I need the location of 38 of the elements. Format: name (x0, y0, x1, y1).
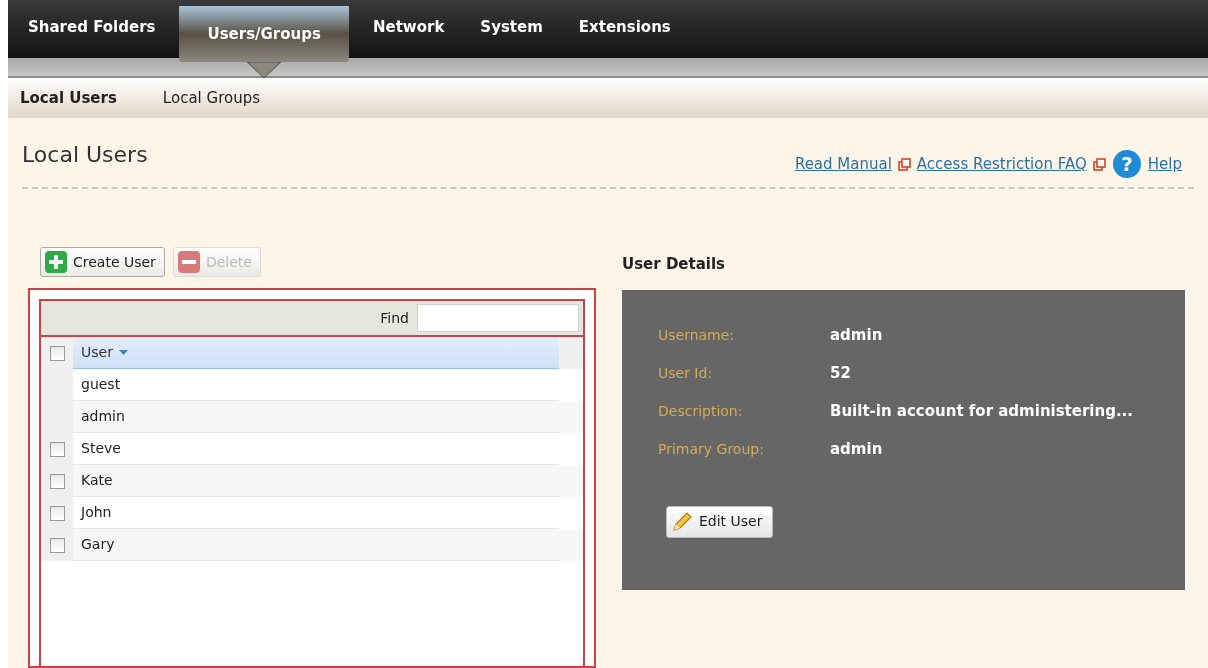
checkbox[interactable] (49, 505, 65, 521)
help-icon: ? (1111, 149, 1142, 179)
minus-icon (177, 251, 200, 273)
create-button[interactable]: Create User (40, 247, 165, 277)
field-value: admin (830, 439, 883, 461)
external-link-icon (1092, 157, 1106, 171)
sort-down-icon (118, 350, 128, 355)
field-value: 52 (830, 363, 851, 385)
field-value: admin (830, 325, 883, 347)
details-title: User Details (622, 254, 727, 275)
checkbox[interactable] (49, 537, 65, 553)
field-label: Description: (658, 402, 744, 421)
plus-icon (45, 251, 67, 273)
doc-link[interactable]: Access Restriction FAQ (916, 152, 1087, 176)
row-selector-cell[interactable] (41, 529, 73, 561)
page-title: Local Users (22, 141, 148, 169)
checkbox[interactable] (49, 345, 65, 361)
edit-user-button[interactable]: Edit User (666, 505, 774, 538)
checkbox[interactable] (49, 441, 65, 457)
main-tab[interactable]: Extensions (566, 0, 683, 54)
doc-link[interactable]: Read Manual (794, 152, 892, 176)
field-label: User Id: (658, 364, 714, 383)
pointer-icon (247, 62, 282, 79)
sub-tab[interactable]: Local Users (20, 86, 117, 110)
pencil-icon (671, 510, 693, 533)
find-label: Find (380, 308, 409, 328)
main-tab[interactable]: Network (360, 0, 457, 54)
field-label: Username: (658, 326, 736, 345)
sub-tab[interactable]: Local Groups (162, 86, 260, 110)
main-tab[interactable]: Shared Folders (16, 0, 168, 54)
main-tab[interactable]: System (468, 0, 555, 54)
field-label: Primary Group: (658, 440, 765, 459)
checkbox[interactable] (49, 473, 65, 489)
column-header[interactable]: User (73, 337, 559, 369)
find-field[interactable] (417, 304, 579, 332)
field-value: Built-in account for administering... (830, 401, 1134, 423)
help-link[interactable]: Help (1147, 152, 1182, 176)
external-link-icon (897, 157, 911, 171)
